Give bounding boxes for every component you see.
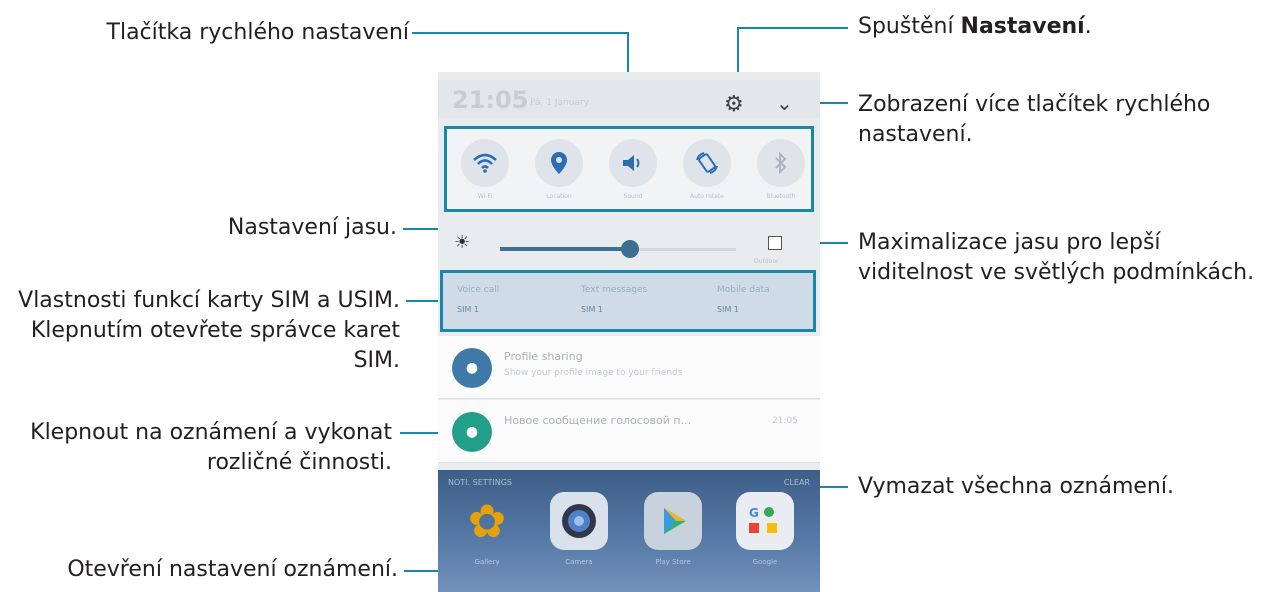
- callout-more-buttons: Zobrazení více tlačítek rychlého nastave…: [858, 92, 1211, 147]
- qs-label-bluetooth: Bluetooth: [766, 193, 796, 200]
- qs-label-sound: Sound: [623, 193, 643, 200]
- qs-label-wifi: Wi-Fi: [477, 193, 493, 200]
- gallery-icon[interactable]: ✿: [458, 492, 516, 550]
- bluetooth-icon[interactable]: [757, 139, 805, 187]
- outdoor-label: Outdoor: [754, 258, 779, 265]
- google-folder-icon[interactable]: G: [736, 492, 794, 550]
- notification-settings-button[interactable]: NOTI. SETTINGS: [448, 478, 512, 487]
- status-bar: 21:05 Pá, 1 January ⚙ ⌄: [438, 80, 820, 118]
- brightness-fill: [500, 247, 630, 251]
- home-screen: NOTI. SETTINGS CLEAR ✿ Gallery Camera Pl…: [438, 470, 820, 592]
- sim-text-messages: Text messages: [581, 285, 648, 295]
- callout-max-brightness: Maximalizace jasu pro lepší viditelnost …: [858, 230, 1255, 285]
- callout-tap-notification: Klepnout na oznámení a vykonat rozličné …: [30, 420, 392, 475]
- leader-line: [412, 32, 629, 34]
- app-label-google: Google: [752, 558, 778, 566]
- quick-settings-panel: Wi-Fi Location Sound Auto rotate Bluetoo…: [444, 126, 814, 212]
- callout-notification-settings: Otevření nastavení oznámení.: [67, 557, 398, 582]
- sim-card-manager-bar[interactable]: Voice call SIM 1 Text messages SIM 1 Mob…: [440, 270, 816, 332]
- sim-text-messages-sub: SIM 1: [581, 305, 603, 314]
- profile-sharing-icon: ●: [452, 348, 492, 388]
- voicemail-icon: ●: [452, 412, 492, 452]
- notification-text: Show your profile image to your friends: [504, 368, 683, 378]
- camera-icon[interactable]: [550, 492, 608, 550]
- notification-title: Profile sharing: [504, 350, 583, 363]
- callout-launch-settings: Spuštění Nastavení.: [858, 14, 1092, 39]
- callout-quick-buttons: Tlačítka rychlého nastavení: [106, 20, 409, 45]
- sim-mobile-data: Mobile data: [717, 285, 770, 295]
- notification-panel: 21:05 Pá, 1 January ⚙ ⌄ Wi-Fi Location S…: [438, 72, 820, 592]
- sim-voice-call-sub: SIM 1: [457, 305, 479, 314]
- chevron-down-icon[interactable]: ⌄: [776, 92, 793, 114]
- notification-time: 21:05: [772, 416, 798, 426]
- clock: 21:05: [452, 86, 529, 114]
- notification-item[interactable]: ● Profile sharing Show your profile imag…: [438, 336, 820, 399]
- play-store-icon[interactable]: [644, 492, 702, 550]
- wifi-icon[interactable]: [461, 139, 509, 187]
- app-label-play-store: Play Store: [655, 558, 691, 566]
- location-icon[interactable]: [535, 139, 583, 187]
- brightness-slider[interactable]: [620, 240, 639, 258]
- qs-label-location: Location: [546, 193, 572, 200]
- app-label-camera: Camera: [565, 558, 593, 566]
- gear-icon[interactable]: ⚙: [724, 94, 744, 116]
- qs-label-auto-rotate: Auto rotate: [690, 193, 724, 200]
- notification-item[interactable]: ● Новое сообщение голосовой п... 21:05: [438, 400, 820, 463]
- svg-text:G: G: [749, 506, 759, 520]
- outdoor-checkbox[interactable]: [768, 236, 782, 250]
- sound-icon[interactable]: [609, 139, 657, 187]
- sim-voice-call: Voice call: [457, 285, 500, 295]
- callout-clear-all: Vymazat všechna oznámení.: [858, 474, 1174, 499]
- clear-button[interactable]: CLEAR: [784, 478, 810, 487]
- date: Pá, 1 January: [530, 98, 589, 108]
- leader-line: [737, 27, 848, 29]
- auto-rotate-icon[interactable]: [683, 139, 731, 187]
- brightness-icon: ☀: [454, 232, 471, 253]
- brightness-row: ☀ Outdoor: [438, 224, 820, 268]
- callout-sim: Vlastnosti funkcí karty SIM a USIM. Klep…: [18, 288, 400, 373]
- app-label-gallery: Gallery: [474, 558, 500, 566]
- leader-line: [406, 300, 442, 302]
- notification-title: Новое сообщение голосовой п...: [504, 414, 692, 427]
- callout-brightness: Nastavení jasu.: [227, 215, 397, 240]
- sim-mobile-data-sub: SIM 1: [717, 305, 739, 314]
